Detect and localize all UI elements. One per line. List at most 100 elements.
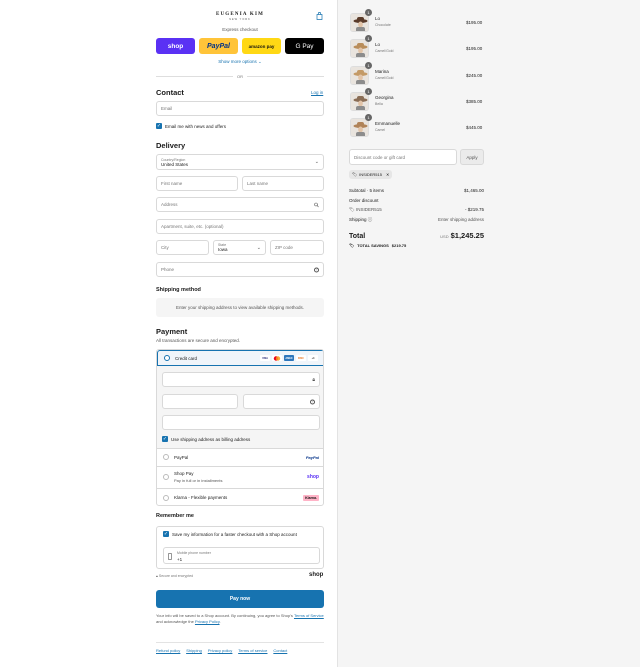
- help-icon[interactable]: ?: [310, 399, 315, 404]
- card-logos: VISA AMEX DISC +4: [260, 355, 318, 361]
- discount-code-input[interactable]: Discount code or gift card: [349, 149, 457, 165]
- phone-field[interactable]: Phone ?: [156, 262, 324, 277]
- billing-same-checkbox[interactable]: ✓: [162, 436, 168, 442]
- footer-shipping[interactable]: Shipping: [186, 648, 202, 653]
- mobile-value: +1: [177, 557, 183, 562]
- product-variant: Camel/Gold: [375, 49, 394, 53]
- or-divider: OR: [156, 73, 324, 79]
- footer-contact[interactable]: Contact: [273, 648, 287, 653]
- save-info-checkbox[interactable]: ✓: [163, 531, 169, 537]
- shipping-value: Enter shipping address: [437, 217, 484, 222]
- contact-title: Contact: [156, 88, 184, 97]
- shop-pay-text: Shop Pay Pay in full or in installments: [174, 471, 222, 483]
- express-wallets: shop PayPal amazon pay G Pay: [156, 38, 324, 54]
- klarna-radio[interactable]: [163, 494, 169, 501]
- klarna-option[interactable]: Klarna - Flexible payments Klarna.: [157, 488, 323, 505]
- save-info-label: Save my information for a faster checkou…: [172, 531, 297, 537]
- shopping-bag-icon[interactable]: [316, 12, 323, 20]
- pay-now-button[interactable]: Pay now: [156, 590, 324, 608]
- login-link[interactable]: Log in: [311, 90, 323, 95]
- chevron-down-icon: ⌄: [314, 159, 319, 165]
- footer-terms[interactable]: Terms of service: [238, 648, 267, 653]
- first-name-field[interactable]: First name: [156, 176, 238, 191]
- terms-of-service-link[interactable]: Terms of Service: [294, 613, 324, 618]
- product-thumbnail: [350, 13, 369, 32]
- phone-placeholder: Phone: [161, 267, 175, 272]
- credit-card-radio[interactable]: [164, 355, 170, 361]
- chevron-down-icon: ⌄: [256, 244, 261, 251]
- security-code-field[interactable]: ?: [243, 394, 320, 409]
- brand-name: EUGENIA KIM: [215, 12, 265, 17]
- product-variant: Camel/Gold: [375, 76, 394, 80]
- delivery-title: Delivery: [156, 141, 186, 150]
- product-price: $195.00: [466, 46, 483, 51]
- name-on-card-field[interactable]: [162, 415, 320, 430]
- footer-privacy-policy[interactable]: Privacy policy: [208, 648, 232, 653]
- remove-discount-icon[interactable]: ✕: [386, 172, 389, 177]
- apply-discount-button[interactable]: Apply: [460, 149, 484, 165]
- apartment-field[interactable]: Apartment, suite, etc. (optional): [156, 219, 324, 234]
- total-value: $1,245.25: [450, 231, 484, 240]
- state-select[interactable]: State Iowa ⌄: [213, 240, 266, 255]
- product-name: Lo: [375, 42, 381, 47]
- product-thumbnail: [350, 118, 369, 137]
- paypal-button[interactable]: PayPal: [199, 38, 238, 54]
- payment-title: Payment: [156, 327, 188, 336]
- apartment-placeholder: Apartment, suite, etc. (optional): [161, 224, 224, 229]
- news-checkbox[interactable]: ✓: [156, 123, 162, 129]
- address-field[interactable]: Address: [156, 197, 324, 212]
- billing-same-row[interactable]: ✓ Use shipping address as billing addres…: [162, 436, 250, 442]
- shipping-note: Enter your shipping address to view avai…: [156, 298, 324, 317]
- email-field[interactable]: Email: [156, 101, 324, 116]
- secure-text: Secure and encrypted: [158, 574, 194, 578]
- paypal-option[interactable]: PayPal PayPal: [157, 448, 323, 466]
- product-price: $195.00: [466, 20, 483, 25]
- mobile-phone-field[interactable]: Mobile phone number +1: [163, 547, 320, 564]
- cart-item: 1 Lo Chocolate: [350, 9, 485, 32]
- save-info-row[interactable]: ✓ Save my information for a faster check…: [163, 531, 297, 537]
- discount-code-text: INSIDER515: [355, 207, 382, 212]
- footer-refund-policy[interactable]: Refund policy: [156, 648, 180, 653]
- shop-pay-button[interactable]: shop: [156, 38, 195, 54]
- help-icon[interactable]: ?: [314, 267, 319, 272]
- amazon-pay-button[interactable]: amazon pay: [242, 38, 281, 54]
- last-name-field[interactable]: Last name: [242, 176, 324, 191]
- savings-label: TOTAL SAVINGS: [357, 243, 389, 248]
- paypal-radio[interactable]: [163, 454, 169, 460]
- payment-subtitle: All transactions are secure and encrypte…: [156, 338, 241, 343]
- country-select[interactable]: Country/Region United States ⌄: [156, 154, 324, 170]
- shop-logo: shop: [307, 474, 319, 480]
- product-name: Marina: [375, 69, 389, 74]
- help-icon[interactable]: ⓘ: [368, 217, 373, 222]
- credit-card-option[interactable]: Credit card VISA AMEX DISC +4: [157, 350, 323, 366]
- zip-field[interactable]: ZIP code: [270, 240, 324, 255]
- legal-text: Your info will be saved to a Shop accoun…: [156, 613, 324, 625]
- product-price: $245.00: [466, 73, 483, 78]
- product-variant: Bella: [375, 102, 383, 106]
- expiration-field[interactable]: [162, 394, 238, 409]
- card-number-field[interactable]: 🔒︎: [162, 372, 320, 387]
- subtotal-value: $1,465.00: [463, 188, 484, 193]
- last-name-placeholder: Last name: [247, 181, 269, 186]
- express-checkout-label: Express checkout: [222, 27, 258, 32]
- quantity-badge: 1: [365, 88, 372, 95]
- shop-pay-option[interactable]: Shop Pay Pay in full or in installments …: [157, 466, 323, 488]
- shop-logo: shop: [309, 572, 324, 578]
- quantity-badge: 1: [365, 114, 372, 121]
- search-icon: [314, 202, 319, 207]
- visa-icon: VISA: [260, 355, 270, 361]
- google-pay-button[interactable]: G Pay: [285, 38, 324, 54]
- product-price: $385.00: [466, 99, 483, 104]
- privacy-policy-link[interactable]: Privacy Policy: [195, 619, 220, 624]
- show-more-options-link[interactable]: Show more options ⌄: [156, 59, 324, 65]
- product-thumbnail: [350, 39, 369, 58]
- discover-icon: DISC: [296, 355, 306, 361]
- shop-pay-radio[interactable]: [163, 474, 169, 480]
- city-field[interactable]: City: [156, 240, 209, 255]
- brand-sub: NEW YORK: [229, 18, 251, 21]
- brand-logo[interactable]: EUGENIA KIM NEW YORK: [212, 12, 268, 21]
- lock-icon: 🔒︎: [156, 574, 158, 578]
- news-checkbox-row[interactable]: ✓ Email me with news and offers: [156, 123, 226, 129]
- savings-value: $219.75: [391, 243, 407, 248]
- zip-placeholder: ZIP code: [275, 245, 293, 250]
